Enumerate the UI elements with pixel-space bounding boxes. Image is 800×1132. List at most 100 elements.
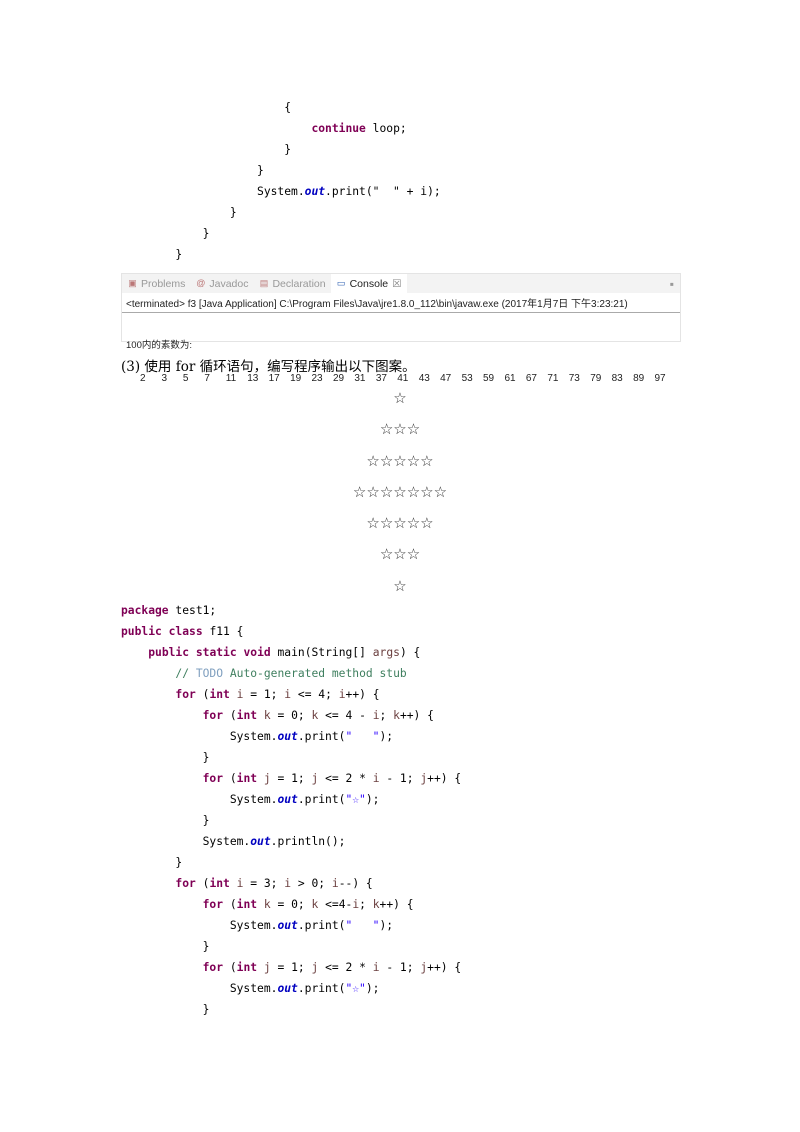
code-token: k: [263, 709, 271, 722]
code-token: > 0;: [291, 877, 332, 890]
code-line: }: [121, 160, 441, 181]
prime-number: 89: [633, 373, 645, 384]
code-token: //: [175, 667, 196, 680]
code-token: loop;: [365, 122, 407, 135]
code-token: package: [121, 604, 169, 617]
prime-number: 53: [461, 373, 473, 384]
code-token: continue: [311, 122, 366, 135]
code-token: System.: [257, 185, 305, 198]
star-row: ☆: [393, 389, 407, 407]
code-token: ++) {: [427, 772, 462, 785]
terminated-status: <terminated> f3 [Java Application] C:\Pr…: [122, 293, 680, 313]
problems-icon: ▣: [128, 278, 137, 288]
document-page: { "code_top":[ [6,[["{",""]]], [7,[["con…: [0, 0, 800, 1132]
code-token: (: [195, 688, 210, 701]
code-line: for (int j = 1; j <= 2 * i - 1; j++) {: [121, 768, 462, 789]
code-line: System.out.print("☆");: [121, 789, 461, 810]
star-row: ☆☆☆☆☆: [366, 451, 434, 470]
code-token: (: [195, 877, 210, 890]
code-token: TODO: [195, 667, 224, 680]
code-line: for (int k = 0; k <=4-i; k++) {: [121, 894, 461, 915]
output-label: 100内的素数为:: [126, 340, 192, 351]
code-token: System.: [202, 835, 251, 848]
code-token: );: [379, 919, 394, 932]
console-tabs: ▣ Problems @ Javadoc ▤ Declaration ▭ Console ☒ ▪: [122, 274, 680, 293]
code-token: );: [365, 793, 380, 806]
tab-console[interactable]: ▭ Console ☒: [330, 274, 407, 293]
code-token: out: [304, 185, 326, 198]
code-line: public class f11 {: [121, 621, 461, 642]
code-token: );: [365, 982, 380, 995]
code-line: }: [121, 139, 441, 160]
code-token: ++) {: [399, 709, 434, 722]
code-line: }: [121, 999, 461, 1020]
code-line: {: [121, 97, 441, 118]
code-line: System.out.println();: [121, 831, 461, 852]
close-icon[interactable]: ☒: [392, 278, 401, 290]
code-token: <= 4 -: [318, 709, 373, 722]
code-line: public static void main(String[] args) {: [121, 642, 461, 663]
code-token: k: [393, 709, 400, 722]
prime-number: 59: [483, 373, 495, 384]
code-token: for: [202, 772, 224, 785]
code-token: (: [223, 772, 237, 785]
code-token: out: [277, 793, 298, 806]
code-token: j: [263, 961, 271, 974]
code-token: public: [121, 625, 162, 638]
code-token: }: [202, 940, 210, 953]
code-token: main(String[]: [270, 646, 373, 659]
minimize-icon[interactable]: ▪: [670, 277, 674, 291]
code-token: for: [202, 709, 224, 722]
code-token: test1;: [168, 604, 217, 617]
code-token: out: [250, 835, 271, 848]
code-token: i: [338, 688, 346, 701]
code-token: out: [277, 982, 298, 995]
code-token: <= 2 *: [318, 961, 373, 974]
tab-problems[interactable]: ▣ Problems: [122, 274, 190, 293]
tab-javadoc[interactable]: @ Javadoc: [190, 274, 253, 293]
code-token: f11 {: [202, 625, 244, 638]
code-token: = 0;: [270, 898, 312, 911]
code-token: }: [175, 856, 183, 869]
code-line: continue loop;: [121, 118, 441, 139]
code-token: Auto-generated method stub: [223, 667, 407, 680]
tab-label: Declaration: [272, 277, 326, 290]
code-token: int: [236, 961, 258, 974]
code-line: package test1;: [121, 600, 461, 621]
star-row: ☆☆☆: [379, 545, 421, 564]
code-token: - 1;: [379, 961, 421, 974]
prime-number: 79: [590, 373, 602, 384]
code-line: // TODO Auto-generated method stub: [121, 663, 461, 684]
code-token: k: [263, 898, 271, 911]
code-token: );: [379, 730, 394, 743]
code-line: }: [121, 244, 441, 265]
code-token: = 0;: [270, 709, 312, 722]
code-token: int: [236, 709, 258, 722]
code-token: out: [277, 919, 298, 932]
code-token: k: [372, 898, 380, 911]
code-token: int: [236, 898, 258, 911]
code-token: ;: [379, 709, 394, 722]
code-token: .print(: [297, 919, 346, 932]
code-token: <=4-: [318, 898, 353, 911]
code-token: j: [263, 772, 271, 785]
code-token: "☆": [345, 793, 366, 806]
code-token: static: [195, 646, 237, 659]
code-block-top: { continue loop; } } System.out.print(" …: [121, 97, 441, 265]
code-token: " ": [345, 730, 380, 743]
code-token: ++) {: [427, 961, 462, 974]
code-token: ) {: [399, 646, 421, 659]
star-row: ☆☆☆☆☆: [366, 514, 434, 533]
code-line: for (int k = 0; k <= 4 - i; k++) {: [121, 705, 461, 726]
prime-number: 97: [654, 373, 666, 384]
code-line: System.out.print("☆");: [121, 978, 461, 999]
code-block-bottom: package test1; public class f11 { public …: [121, 600, 461, 1020]
code-token: ++) {: [379, 898, 414, 911]
tab-declaration[interactable]: ▤ Declaration: [253, 274, 330, 293]
code-token: .print(: [297, 793, 346, 806]
code-token: }: [175, 248, 183, 261]
code-token: i: [331, 877, 339, 890]
